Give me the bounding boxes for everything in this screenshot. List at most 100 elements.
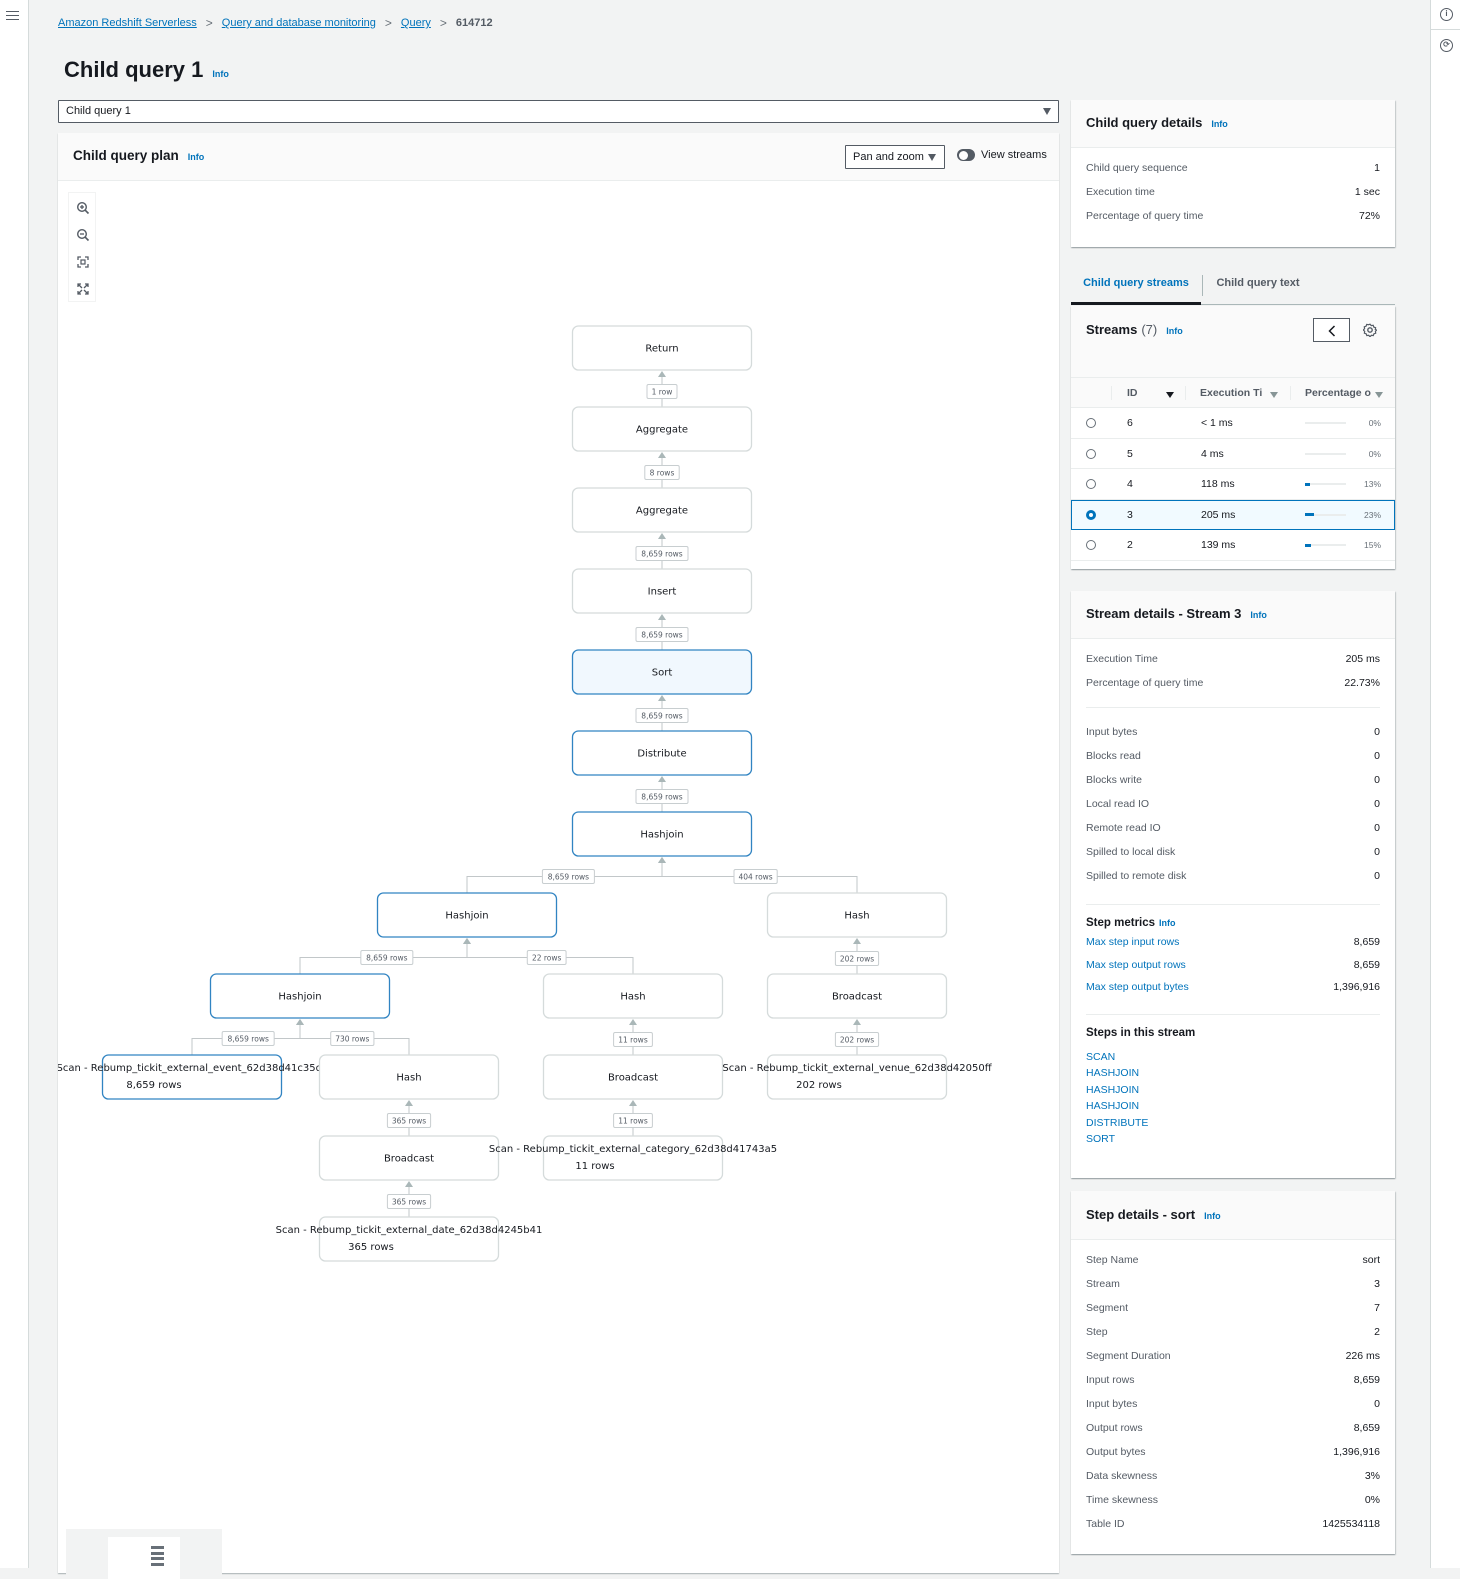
stream-radio[interactable]: [1086, 509, 1096, 520]
detail-row: Blocks read 0: [1086, 744, 1380, 768]
stream-row[interactable]: 1211 ms23%: [1071, 561, 1395, 570]
breadcrumb-monitoring[interactable]: Query and database monitoring: [222, 17, 376, 29]
plan-node-scan-category[interactable]: Scan - Rebump_tickit_external_category_6…: [489, 1135, 777, 1181]
sort-descending-icon[interactable]: [1166, 389, 1174, 401]
fullscreen-icon[interactable]: [76, 282, 90, 296]
node-label: Aggregate: [636, 425, 688, 436]
plan-node-agg1[interactable]: Aggregate: [571, 406, 753, 452]
stream-id: 3: [1127, 508, 1133, 521]
detail-label: Input bytes: [1086, 726, 1138, 738]
metric-link[interactable]: Max step output rows: [1086, 959, 1186, 971]
stream-percentage: 23%: [1363, 509, 1381, 520]
detail-label: Segment: [1086, 1302, 1129, 1314]
plan-node-return[interactable]: Return: [571, 325, 753, 371]
edge-arrow-icon: [658, 857, 666, 863]
stream-radio[interactable]: [1086, 540, 1096, 550]
plan-node-distribute[interactable]: Distribute: [571, 730, 753, 776]
edge-row-count: 8 rows: [644, 465, 680, 480]
edge-label: 365 rows: [392, 1197, 426, 1206]
zoom-out-icon[interactable]: [76, 228, 90, 242]
plan-node-hash1[interactable]: Hash: [766, 892, 948, 938]
fit-view-icon[interactable]: [76, 255, 90, 269]
bar-fill: [1305, 543, 1312, 547]
tab-child-query-text[interactable]: Child query text: [1203, 263, 1313, 305]
step-details-info-link[interactable]: Info: [1204, 1211, 1221, 1221]
breadcrumb-query[interactable]: Query: [401, 17, 431, 29]
menu-icon[interactable]: [6, 8, 19, 23]
detail-row: Spilled to remote disk 0: [1086, 864, 1380, 888]
column-label: Percentage o: [1305, 387, 1371, 399]
step-details-card: Step details - sort Info Step Name sort Str…: [1071, 1191, 1395, 1554]
stream-radio[interactable]: [1086, 479, 1096, 489]
child-query-select[interactable]: Child query 1: [58, 100, 1059, 123]
stream-radio[interactable]: [1086, 448, 1096, 459]
plan-node-hash2[interactable]: Hash: [542, 973, 724, 1019]
stream-details-info-link[interactable]: Info: [1250, 610, 1267, 620]
detail-row: Step 2: [1086, 1320, 1380, 1344]
plan-node-scan-event[interactable]: Scan - Rebump_tickit_external_event_62d3…: [58, 1054, 327, 1100]
detail-label: Step: [1086, 1326, 1108, 1338]
page-info-link[interactable]: Info: [212, 69, 229, 79]
stream-row[interactable]: 4 118 ms 13%: [1071, 469, 1395, 500]
tutorial-icon[interactable]: ⟳: [1440, 39, 1453, 52]
title-text: Child query details: [1086, 115, 1203, 130]
plan-node-agg2[interactable]: Aggregate: [571, 487, 753, 533]
edge-label: 8,659 rows: [366, 953, 407, 962]
step-link[interactable]: HASHJOIN: [1086, 1082, 1380, 1099]
stream-row[interactable]: 5 4 ms 0%: [1071, 439, 1395, 469]
column-header-id[interactable]: ID: [1127, 387, 1138, 399]
streams-info-link[interactable]: Info: [1166, 326, 1183, 336]
info-icon[interactable]: i: [1440, 8, 1453, 21]
stream-row[interactable]: 6 < 1 ms 0%: [1071, 408, 1395, 439]
stream-row[interactable]: 2 139 ms 15%: [1071, 530, 1395, 561]
detail-label: Blocks read: [1086, 750, 1141, 762]
sort-icon[interactable]: [1270, 389, 1278, 401]
detail-value: 8,659: [1353, 958, 1380, 971]
plan-node-hj2[interactable]: Hashjoin: [376, 892, 558, 938]
page-title: Child query 1 Info: [64, 57, 229, 83]
plan-node-hj3[interactable]: Hashjoin: [209, 973, 391, 1019]
minimap-viewport[interactable]: [108, 1537, 180, 1579]
detail-label: Stream: [1086, 1278, 1120, 1290]
step-link[interactable]: HASHJOIN: [1086, 1098, 1380, 1115]
zoom-in-icon[interactable]: [76, 201, 90, 215]
plan-node-hj1[interactable]: Hashjoin: [571, 811, 753, 857]
column-header-percentage[interactable]: Percentage o: [1305, 387, 1371, 399]
step-metrics-info-link[interactable]: Info: [1159, 918, 1176, 928]
stream-percentage-bar: [1305, 482, 1346, 486]
edge-arrow-icon: [405, 1100, 413, 1106]
child-query-details-info-link[interactable]: Info: [1211, 119, 1228, 129]
plan-node-bcast3[interactable]: Broadcast: [318, 1135, 500, 1181]
step-link[interactable]: SCAN: [1086, 1049, 1380, 1066]
metric-link[interactable]: Max step input rows: [1086, 936, 1179, 948]
stream-radio[interactable]: [1086, 418, 1096, 428]
stream-row[interactable]: 3 205 ms 23%: [1071, 499, 1395, 530]
metric-link[interactable]: Max step output bytes: [1086, 981, 1189, 993]
plan-node-bcast2[interactable]: Broadcast: [542, 1054, 724, 1100]
sort-icon[interactable]: [1375, 389, 1383, 401]
plan-edges: [191, 371, 861, 1217]
plan-node-scan-date[interactable]: Scan - Rebump_tickit_external_date_62d38…: [276, 1216, 543, 1262]
detail-row: Local read IO 0: [1086, 792, 1380, 816]
plan-node-hash3[interactable]: Hash: [318, 1054, 500, 1100]
diagram-minimap[interactable]: [66, 1529, 222, 1579]
plan-node-bcast1[interactable]: Broadcast: [766, 973, 948, 1019]
plan-node-scan-venue[interactable]: Scan - Rebump_tickit_external_venue_62d3…: [722, 1054, 993, 1100]
breadcrumb-redshift-serverless[interactable]: Amazon Redshift Serverless: [58, 17, 197, 29]
node-label: Hash: [620, 992, 645, 1003]
plan-node-sort[interactable]: Sort: [571, 649, 753, 695]
step-link[interactable]: DISTRIBUTE: [1086, 1115, 1380, 1132]
step-link[interactable]: HASHJOIN: [1086, 1065, 1380, 1082]
node-label: Scan - Rebump_tickit_external_category_6…: [489, 1144, 777, 1155]
detail-row: Max step input rows 8,659: [1086, 931, 1380, 954]
previous-page-button[interactable]: [1313, 318, 1350, 342]
detail-value: 0: [1374, 798, 1380, 810]
column-header-execution-time[interactable]: Execution Ti: [1200, 387, 1262, 399]
plan-node-insert[interactable]: Insert: [571, 568, 753, 614]
tab-child-query-streams[interactable]: Child query streams: [1071, 263, 1201, 305]
settings-gear-icon[interactable]: [1363, 323, 1377, 337]
edge-arrow-icon: [658, 533, 666, 539]
detail-value: 1425534118: [1322, 1518, 1380, 1530]
step-link[interactable]: SORT: [1086, 1131, 1380, 1148]
query-plan-diagram[interactable]: Return Aggregate Aggregate Insert Sort Distri…: [58, 133, 1059, 1573]
